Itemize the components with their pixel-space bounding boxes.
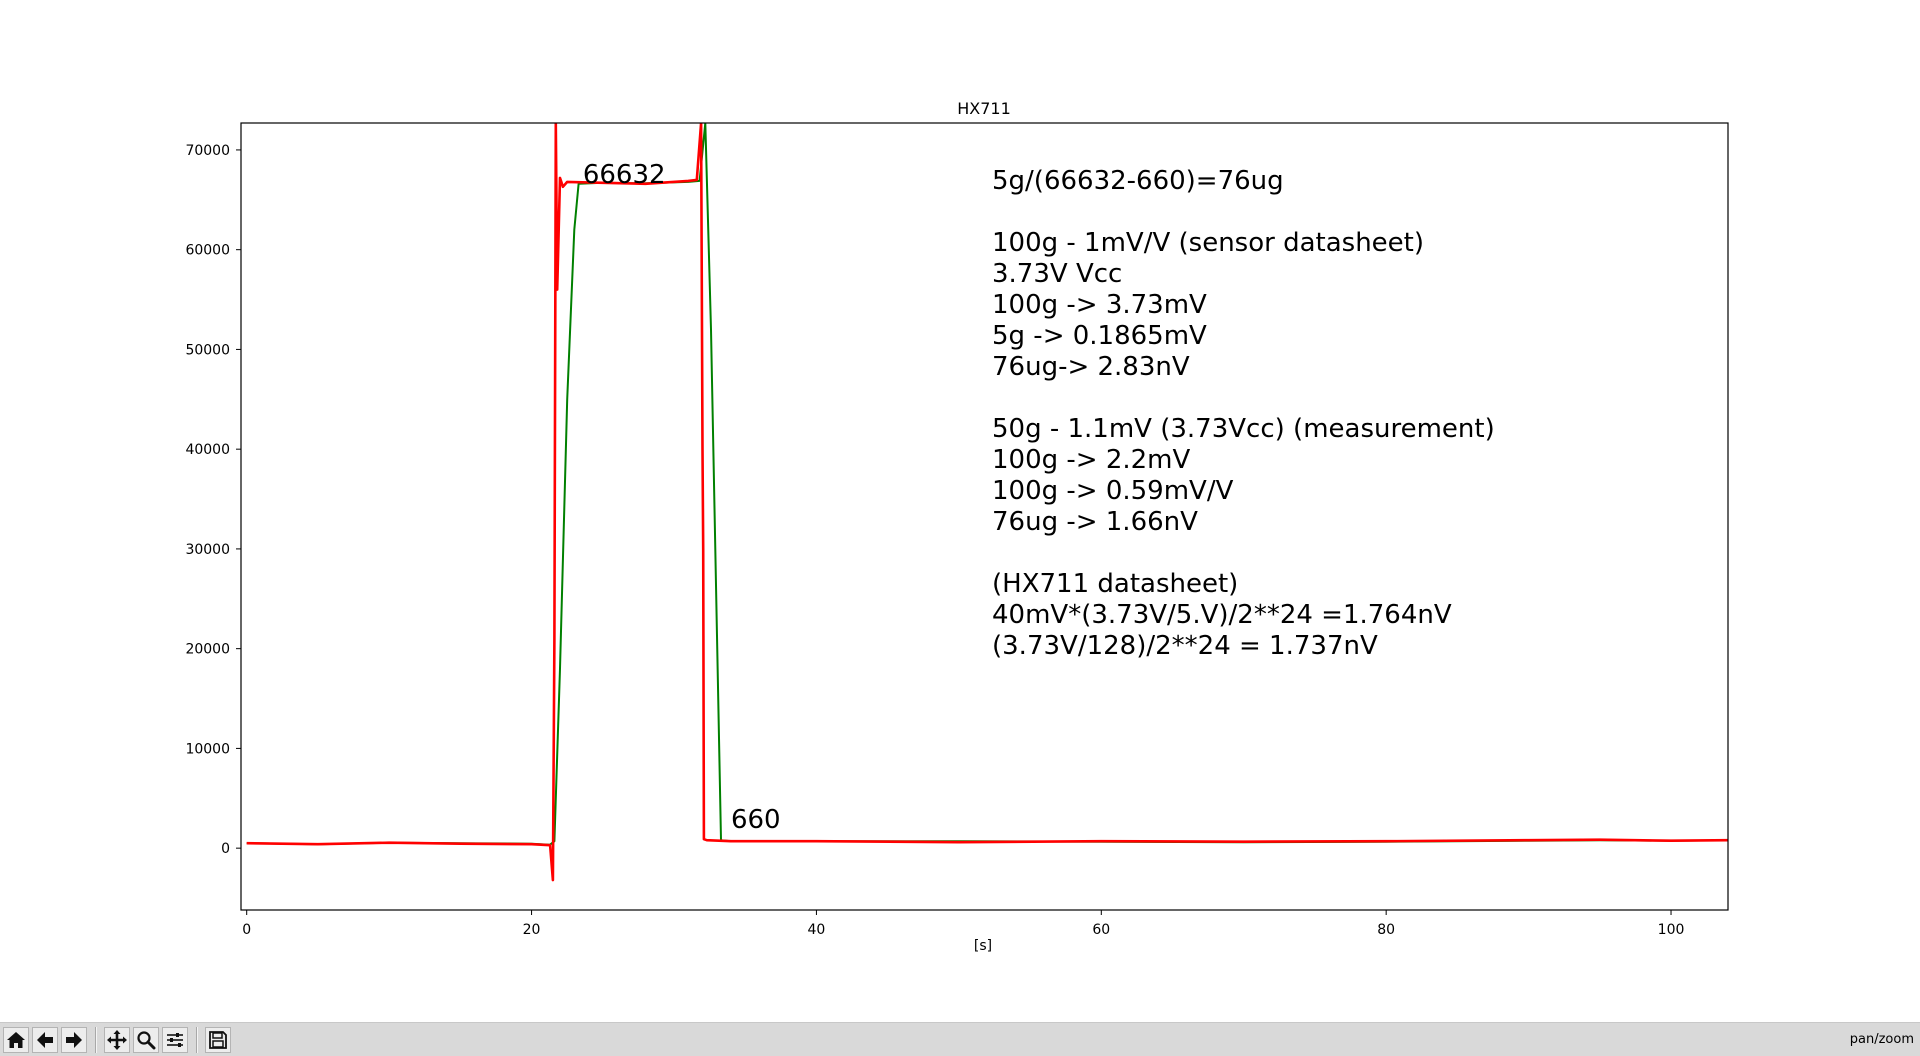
note-line: 40mV*(3.73V/5.V)/2**24 =1.764nV — [992, 600, 1452, 630]
forward-arrow-icon — [66, 1032, 82, 1048]
note-line: (3.73V/128)/2**24 = 1.737nV — [992, 631, 1378, 661]
y-axis: 0 10000 20000 30000 40000 50000 60000 70000 — [185, 143, 241, 857]
note-line: 3.73V Vcc — [992, 259, 1122, 289]
y-tick-label: 50000 — [185, 342, 230, 358]
forward-button[interactable] — [61, 1027, 87, 1053]
configure-subplots-icon — [167, 1033, 183, 1047]
note-line: 100g -> 2.2mV — [992, 445, 1191, 475]
series-line-2 — [246, 123, 1728, 882]
data-annotation: 660 — [731, 805, 781, 835]
back-arrow-icon — [37, 1032, 53, 1048]
chart[interactable]: HX711 0 20 40 60 80 100 0 10000 20000 30000 40000… — [0, 0, 1920, 1022]
x-tick-label: 60 — [1092, 922, 1110, 938]
y-tick-label: 20000 — [185, 642, 230, 658]
note-line: 50g - 1.1mV (3.73Vcc) (measurement) — [992, 414, 1495, 444]
data-annotation: 66632 — [583, 160, 666, 190]
zoom-button[interactable] — [133, 1027, 159, 1053]
home-icon — [7, 1032, 25, 1048]
back-button[interactable] — [32, 1027, 58, 1053]
pan-button[interactable] — [104, 1027, 130, 1053]
home-button[interactable] — [3, 1027, 29, 1053]
x-tick-label: 40 — [808, 922, 826, 938]
y-tick-label: 10000 — [185, 741, 230, 757]
save-button[interactable] — [205, 1027, 231, 1053]
configure-subplots-button[interactable] — [162, 1027, 188, 1053]
note-line: 100g -> 0.59mV/V — [992, 476, 1234, 506]
note-line: 5g -> 0.1865mV — [992, 321, 1207, 351]
pan-icon — [107, 1030, 127, 1050]
series-line-1 — [246, 123, 1728, 846]
x-tick-label: 0 — [242, 922, 251, 938]
note-line: (HX711 datasheet) — [992, 569, 1238, 599]
save-icon — [209, 1031, 227, 1049]
y-tick-label: 0 — [221, 841, 230, 857]
note-line: 76ug -> 1.66nV — [992, 507, 1198, 537]
figure-canvas: HX711 0 20 40 60 80 100 0 10000 20000 30000 40000… — [0, 0, 1920, 1022]
note-line: 100g -> 3.73mV — [992, 290, 1207, 320]
annotations: 66632 660 — [583, 160, 781, 835]
y-tick-label: 40000 — [185, 442, 230, 458]
x-tick-label: 80 — [1377, 922, 1395, 938]
note-line: 5g/(66632-660)=76ug — [992, 166, 1284, 196]
note-line: 76ug-> 2.83nV — [992, 352, 1190, 382]
axes-frame — [240, 122, 1729, 911]
zoom-icon — [137, 1031, 156, 1050]
x-axis: 0 20 40 60 80 100 — [242, 910, 1684, 938]
navigation-toolbar: pan/zoom — [0, 1022, 1920, 1056]
y-tick-label: 60000 — [185, 243, 230, 259]
toolbar-separator — [196, 1027, 198, 1053]
y-tick-label: 70000 — [185, 143, 230, 159]
x-axis-label: [s] — [974, 938, 992, 954]
chart-title: HX711 — [957, 99, 1011, 118]
notes-text-block: 5g/(66632-660)=76ug 100g - 1mV/V (sensor … — [992, 166, 1495, 661]
note-line: 100g - 1mV/V (sensor datasheet) — [992, 228, 1424, 258]
status-message: pan/zoom — [1849, 1032, 1914, 1047]
x-tick-label: 100 — [1658, 922, 1685, 938]
x-tick-label: 20 — [523, 922, 541, 938]
plot-area[interactable] — [240, 122, 1729, 911]
toolbar-separator — [95, 1027, 97, 1053]
y-tick-label: 30000 — [185, 542, 230, 558]
